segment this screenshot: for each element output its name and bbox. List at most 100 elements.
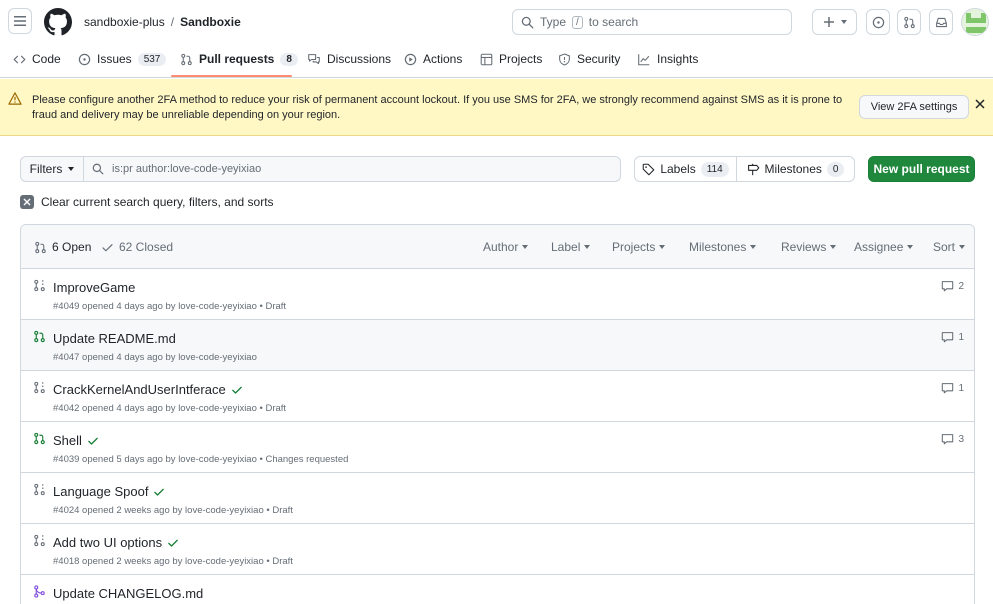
search-shortcut-key: / [572,15,583,29]
pull-request-title: Update README.md [53,331,176,346]
check-success-icon[interactable] [153,486,165,498]
breadcrumb-repo-link[interactable]: Sandboxie [180,15,241,29]
pull-request-icon [181,53,192,65]
pull-request-title-link[interactable]: ImproveGame [53,280,135,295]
pull-request-title-link[interactable]: Update CHANGELOG.md [53,586,203,601]
tab-projects[interactable]: Projects [480,52,542,66]
pull-request-row[interactable]: Language Spoof #4024 opened 2 weeks ago … [21,473,974,524]
tab-pull-requests-counter: 8 [280,52,298,66]
draft-pull-request-icon [33,534,46,547]
check-success-icon[interactable] [87,435,99,447]
inbox-icon [935,17,947,27]
filters-dropdown-button[interactable]: Filters [20,156,84,182]
tab-actions-label: Actions [423,52,463,66]
pull-request-row[interactable]: CrackKernelAndUserIntferace #4042 opened… [21,371,974,422]
x-icon [20,195,34,209]
closed-filter-link[interactable]: 62 Closed [101,240,173,254]
chevron-down-icon [584,245,591,249]
pull-request-meta: #4047 opened 4 days ago by love-code-yey… [53,352,257,363]
tab-issues-counter: 537 [137,52,167,66]
clear-search-link[interactable]: Clear current search query, filters, and… [20,195,274,209]
tab-issues[interactable]: Issues 537 [78,52,167,66]
tab-discussions[interactable]: Discussions [307,52,391,66]
new-pull-request-button[interactable]: New pull request [868,156,975,182]
breadcrumb-owner-link[interactable]: sandboxie-plus [84,15,165,29]
pull-request-title-link[interactable]: CrackKernelAndUserIntferace [53,382,243,397]
hamburger-menu-button[interactable] [8,8,32,34]
breadcrumb: sandboxie-plus / Sandboxie [84,15,241,29]
pull-request-meta: #4039 opened 5 days ago by love-code-yey… [53,454,349,465]
tab-code[interactable]: Code [13,52,61,66]
close-icon[interactable] [975,99,985,109]
banner-message-line-2: fraud and delivery may be unreliable dep… [32,109,341,121]
open-pull-request-icon [33,432,46,445]
comments-link[interactable]: 1 [941,331,964,343]
pull-request-title: Shell [53,433,82,448]
check-icon [102,243,113,251]
pull-request-row[interactable]: Add two UI options #4018 opened 2 weeks … [21,524,974,575]
comments-link[interactable]: 2 [941,280,964,292]
tab-discussions-label: Discussions [327,52,392,66]
pull-request-title-link[interactable]: Shell [53,433,99,448]
tag-icon [643,163,655,175]
breadcrumb-separator: / [170,15,175,29]
sort-dropdown[interactable]: Sort [933,240,966,254]
global-search-input[interactable]: Type / to search [512,9,792,35]
identicon-icon [962,9,988,35]
label-filter-dropdown[interactable]: Label [551,240,591,254]
pull-request-title-link[interactable]: Add two UI options [53,535,179,550]
view-2fa-settings-button[interactable]: View 2FA settings [859,95,969,119]
comments-count: 2 [958,280,964,292]
open-count: 6 Open [52,240,92,254]
comments-count: 3 [958,433,964,445]
milestones-filter-dropdown[interactable]: Milestones [689,240,757,254]
pull-request-row[interactable]: Update README.md #4047 opened 4 days ago… [21,320,974,371]
create-new-button[interactable] [812,9,857,35]
comments-count: 1 [958,382,964,394]
pull-request-title: Update CHANGELOG.md [53,586,204,601]
tab-security[interactable]: Security [558,52,620,66]
tab-insights[interactable]: Insights [637,52,698,66]
inbox-button[interactable] [929,9,953,35]
pull-request-row[interactable]: Shell #4039 opened 5 days ago by love-co… [21,422,974,473]
milestones-label: Milestones [764,162,822,176]
comments-link[interactable]: 3 [941,433,964,445]
assignee-filter-dropdown[interactable]: Assignee [854,240,914,254]
pull-request-meta: #4042 opened 4 days ago by love-code-yey… [53,403,287,414]
issue-icon [78,53,91,65]
pull-requests-button[interactable] [897,9,921,35]
user-avatar[interactable] [961,8,989,36]
pull-request-icon [35,241,46,253]
pull-request-title-link[interactable]: Update README.md [53,331,176,346]
tab-pull-requests[interactable]: Pull requests 8 [180,52,298,66]
labels-button[interactable]: Labels 114 [634,156,737,182]
filters-label: Filters [29,162,63,176]
comments-link[interactable]: 1 [941,382,964,394]
tab-actions[interactable]: Actions [404,52,462,66]
issues-button[interactable] [866,9,890,35]
tab-insights-label: Insights [657,52,699,66]
play-icon [404,53,417,65]
pull-request-row[interactable]: ImproveGame #4049 opened 4 days ago by l… [21,269,974,320]
pull-request-row[interactable]: Update CHANGELOG.md [21,575,974,604]
open-filter-link[interactable]: 6 Open [34,240,91,254]
issue-circle-icon [872,16,884,28]
chevron-down-icon [522,245,529,249]
milestones-button[interactable]: Milestones 0 [736,156,855,182]
labels-count: 114 [700,161,729,177]
chevron-down-icon [659,245,666,249]
pr-search-query: is:pr author:love-code-yeyixiao [112,163,262,175]
pr-search-input[interactable]: is:pr author:love-code-yeyixiao [83,156,621,182]
list-header: 6 Open 62 Closed Author Label Projects M… [21,225,974,269]
reviews-filter-label: Reviews [781,240,827,254]
github-logo-icon[interactable] [44,8,72,36]
check-success-icon[interactable] [231,384,243,396]
pull-request-title: Language Spoof [53,484,149,499]
merged-pull-request-icon [33,585,46,598]
projects-filter-dropdown[interactable]: Projects [612,240,666,254]
author-filter-label: Author [483,240,519,254]
reviews-filter-dropdown[interactable]: Reviews [781,240,837,254]
check-success-icon[interactable] [167,537,179,549]
pull-request-title-link[interactable]: Language Spoof [53,484,165,499]
author-filter-dropdown[interactable]: Author [483,240,529,254]
